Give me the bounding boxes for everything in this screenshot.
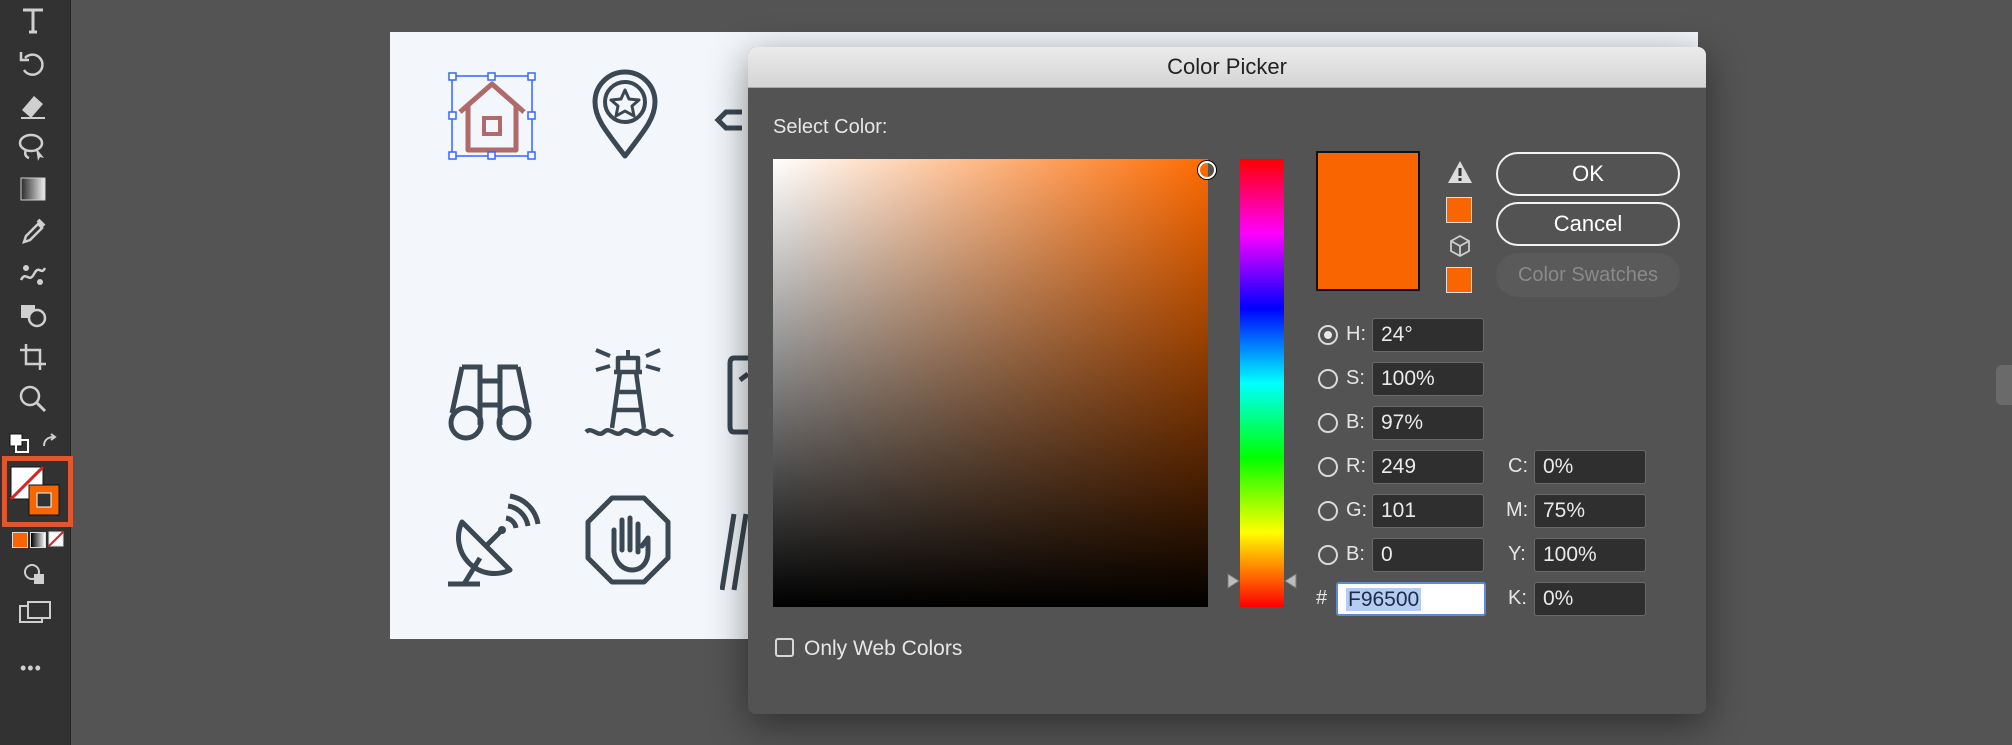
gradient-tool[interactable] xyxy=(10,170,56,208)
gradient-mode-button[interactable] xyxy=(30,532,46,548)
s-radio[interactable] xyxy=(1318,369,1338,389)
r-radio[interactable] xyxy=(1318,457,1338,477)
zoom-tool-icon xyxy=(19,385,47,413)
drawing-mode-icon[interactable] xyxy=(22,562,48,588)
puppet-warp-tool-icon xyxy=(19,265,47,285)
eyedropper-tool-icon xyxy=(22,218,46,244)
web-safe-swatch[interactable] xyxy=(1446,267,1472,293)
only-web-colors-checkbox[interactable] xyxy=(775,638,794,657)
shape-builder-tool[interactable] xyxy=(10,296,56,334)
color-preview-new xyxy=(1316,151,1420,291)
h-label: H: xyxy=(1346,323,1366,345)
rounded-square-icon-partial[interactable] xyxy=(726,350,750,450)
binoculars-icon[interactable] xyxy=(440,347,540,447)
color-swatches-button[interactable]: Color Swatches xyxy=(1496,253,1680,297)
y-field[interactable]: 100% xyxy=(1534,538,1646,572)
select-color-label: Select Color: xyxy=(773,116,888,138)
g-label: G: xyxy=(1346,499,1368,521)
screen-mode-icon[interactable] xyxy=(18,600,52,626)
eraser-tool-icon xyxy=(21,96,45,119)
y-label: Y: xyxy=(1508,543,1526,565)
map-pin-star-icon[interactable] xyxy=(575,64,675,164)
lasso-tool[interactable] xyxy=(10,128,56,166)
tools-panel: ••• xyxy=(0,0,73,745)
satellite-dish-icon[interactable] xyxy=(442,492,542,592)
blue-label: B: xyxy=(1346,543,1365,565)
gradient-tool-icon xyxy=(20,177,46,201)
web-color-cube-icon[interactable] xyxy=(1448,234,1472,258)
b-radio[interactable] xyxy=(1318,413,1338,433)
h-field[interactable]: 24° xyxy=(1372,318,1484,352)
artboard-tool[interactable] xyxy=(10,338,56,376)
h-radio[interactable] xyxy=(1318,325,1338,345)
shape-builder-tool-icon xyxy=(21,305,47,328)
color-field[interactable] xyxy=(773,159,1208,607)
puppet-warp-tool[interactable] xyxy=(10,254,56,292)
c-label: C: xyxy=(1508,455,1528,477)
dialog-title[interactable]: Color Picker xyxy=(748,47,1706,88)
panel-collapse-tab[interactable] xyxy=(1996,365,2012,405)
gamut-swatch[interactable] xyxy=(1446,197,1472,223)
zoom-tool[interactable] xyxy=(10,380,56,418)
r-field[interactable]: 249 xyxy=(1372,450,1484,484)
r-label: R: xyxy=(1346,455,1366,477)
m-field[interactable]: 75% xyxy=(1534,494,1646,528)
type-tool-icon xyxy=(23,8,43,34)
hue-slider[interactable] xyxy=(1240,159,1284,607)
only-web-colors-label: Only Web Colors xyxy=(804,637,963,660)
tag-icon-partial[interactable] xyxy=(712,68,742,168)
hex-selected-text: F96500 xyxy=(1346,588,1422,611)
hue-slider-right-arrow[interactable] xyxy=(1284,573,1298,589)
stroke-color-swatch[interactable] xyxy=(27,483,61,517)
hex-field[interactable]: F96500 xyxy=(1336,582,1486,616)
color-mode-button[interactable] xyxy=(12,532,28,548)
rotate-tool[interactable] xyxy=(10,44,56,82)
swap-fill-stroke-icon[interactable] xyxy=(40,432,62,454)
lighthouse-icon[interactable] xyxy=(578,344,678,444)
c-field[interactable]: 0% xyxy=(1534,450,1646,484)
blue-radio[interactable] xyxy=(1318,545,1338,565)
ok-button[interactable]: OK xyxy=(1496,152,1680,196)
default-fill-stroke-icon[interactable] xyxy=(8,432,30,454)
k-field[interactable]: 0% xyxy=(1534,582,1646,616)
type-tool[interactable] xyxy=(10,2,56,40)
house-icon[interactable] xyxy=(442,66,542,166)
color-field-marker[interactable] xyxy=(1198,161,1216,179)
b-label: B: xyxy=(1346,411,1365,433)
eraser-tool[interactable] xyxy=(10,86,56,124)
diagonal-lines-partial xyxy=(719,494,750,594)
more-tools-button[interactable]: ••• xyxy=(20,658,42,679)
s-field[interactable]: 100% xyxy=(1372,362,1484,396)
none-mode-button[interactable] xyxy=(48,531,64,547)
color-picker-dialog: Color Picker Select Color: OK Cancel Col… xyxy=(748,47,1706,714)
k-label: K: xyxy=(1508,587,1527,609)
out-of-gamut-warning-icon[interactable] xyxy=(1446,159,1474,185)
rotate-tool-icon xyxy=(19,52,44,76)
m-label: M: xyxy=(1506,499,1529,521)
lasso-tool-icon xyxy=(18,133,44,161)
g-radio[interactable] xyxy=(1318,501,1338,521)
cancel-button[interactable]: Cancel xyxy=(1496,202,1680,246)
eyedropper-tool[interactable] xyxy=(10,212,56,250)
b-field[interactable]: 97% xyxy=(1372,406,1484,440)
artboard-tool-icon xyxy=(20,344,46,370)
stop-hand-icon[interactable] xyxy=(578,490,678,590)
s-label: S: xyxy=(1346,367,1365,389)
hex-label: # xyxy=(1316,587,1328,609)
hue-slider-left-arrow[interactable] xyxy=(1226,573,1240,589)
g-field[interactable]: 101 xyxy=(1372,494,1484,528)
blue-field[interactable]: 0 xyxy=(1372,538,1484,572)
